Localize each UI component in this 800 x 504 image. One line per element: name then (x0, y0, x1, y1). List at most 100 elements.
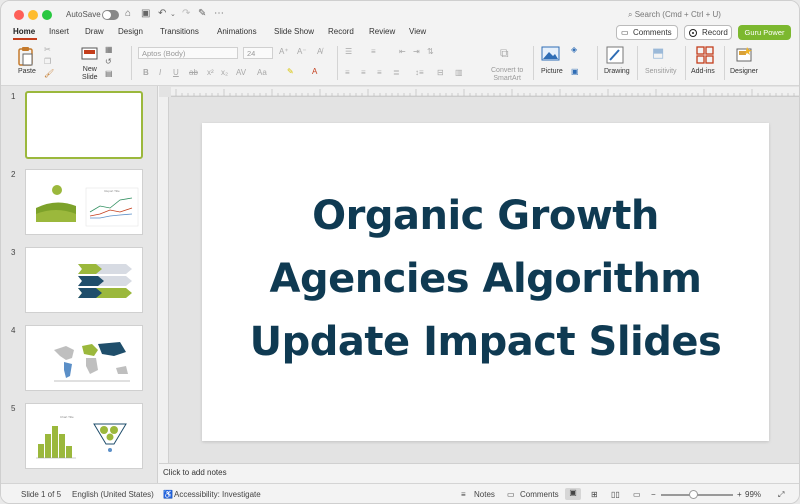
picture-label: Picture (541, 68, 563, 75)
shapes-icon[interactable]: ◈ (571, 45, 577, 54)
picture-icon (541, 46, 560, 61)
tab-design[interactable]: Design (118, 27, 143, 36)
current-slide-canvas[interactable]: Organic Growth Agencies Algorithm Update… (202, 123, 769, 441)
paste-button[interactable] (15, 45, 37, 69)
comments-status-button[interactable]: Comments (520, 490, 559, 499)
notes-button[interactable]: Notes (474, 490, 495, 499)
bullets-icon[interactable]: ☰ (345, 47, 352, 56)
cut-icon[interactable]: ✂ (44, 45, 51, 54)
numbering-icon[interactable]: ≡ (371, 47, 376, 56)
font-color-icon[interactable]: A (312, 67, 317, 76)
zoom-slider-handle[interactable] (689, 490, 698, 499)
reading-view-icon[interactable]: ▯▯ (611, 490, 620, 499)
ribbon-tabs: Home Insert Draw Design Transitions Anim… (1, 23, 799, 41)
decrease-indent-icon[interactable]: ⇤ (399, 47, 406, 56)
addins-button[interactable] (696, 46, 714, 66)
picture-button[interactable] (541, 46, 561, 64)
slide-thumbnail-5[interactable]: Chart Title (25, 403, 143, 469)
minimize-window-button[interactable] (28, 10, 38, 20)
tab-animations[interactable]: Animations (217, 27, 257, 36)
record-button[interactable]: Record (684, 25, 732, 40)
designer-button[interactable] (734, 45, 754, 67)
highlight-icon[interactable]: ✎ (287, 67, 294, 76)
decrease-font-icon[interactable]: A⁻ (297, 47, 307, 56)
home-icon[interactable]: ⌂ (125, 8, 131, 19)
font-name-select[interactable]: Aptos (Body) (138, 47, 238, 59)
slide-title-text[interactable]: Organic Growth Agencies Algorithm Update… (202, 185, 769, 374)
slide-counter: Slide 1 of 5 (21, 490, 62, 499)
character-spacing-icon[interactable]: AV (236, 68, 246, 77)
subscript-icon[interactable]: x₂ (221, 68, 228, 77)
drawing-button[interactable] (605, 45, 625, 67)
tab-record[interactable]: Record (328, 27, 354, 36)
comments-button-label: Comments (633, 28, 672, 37)
addins-icon (696, 46, 714, 64)
increase-font-icon[interactable]: A⁺ (279, 47, 289, 56)
zoom-level[interactable]: 99% (745, 490, 761, 499)
vertical-ruler (159, 97, 169, 463)
underline-icon[interactable]: U (173, 68, 179, 77)
slide-thumbnail-4[interactable] (25, 325, 143, 391)
format-painter-icon[interactable]: ✎ (198, 8, 206, 19)
line-spacing-icon[interactable]: ↕≡ (415, 68, 424, 77)
tab-draw[interactable]: Draw (85, 27, 104, 36)
align-right-icon[interactable]: ≡ (377, 68, 382, 77)
sensitivity-icon[interactable]: ⬒ (652, 45, 664, 61)
change-case-icon[interactable]: Aa (257, 68, 267, 77)
align-center-icon[interactable]: ≡ (361, 68, 366, 77)
designer-icon (736, 47, 752, 62)
tab-slide-show[interactable]: Slide Show (274, 27, 314, 36)
slide-thumbnail-2[interactable]: Report Title (25, 169, 143, 235)
tab-insert[interactable]: Insert (49, 27, 69, 36)
new-slide-button[interactable] (81, 46, 99, 64)
columns-icon[interactable]: ▥ (455, 68, 463, 77)
close-window-button[interactable] (14, 10, 24, 20)
increase-indent-icon[interactable]: ⇥ (413, 47, 420, 56)
italic-icon[interactable]: I (159, 68, 161, 77)
clear-format-icon[interactable]: A̸ (317, 47, 322, 56)
powerpoint-window: AutoSave ⌂ ▣ ↶ ⌄ ↷ ✎ ⋯ ⌕ Search (Cmd + C… (0, 0, 800, 504)
align-text-icon[interactable]: ⊟ (437, 68, 444, 77)
textbox-icon[interactable]: ▣ (571, 67, 579, 76)
slide-thumbnail-3[interactable] (25, 247, 143, 313)
undo-dropdown-icon[interactable]: ⌄ (170, 10, 176, 18)
justify-icon[interactable]: ≣ (393, 68, 400, 77)
normal-view-icon[interactable]: ▣ (565, 488, 581, 500)
text-direction-icon[interactable]: ⇅ (427, 47, 434, 56)
strikethrough-icon[interactable]: ab (189, 68, 198, 77)
more-commands-icon[interactable]: ⋯ (214, 8, 224, 19)
zoom-window-button[interactable] (42, 10, 52, 20)
notes-pane[interactable]: Click to add notes (159, 463, 799, 483)
redo-icon[interactable]: ↷ (182, 8, 190, 19)
comments-button[interactable]: ▭ Comments (616, 25, 678, 40)
accessibility-status[interactable]: Accessibility: Investigate (174, 490, 261, 499)
slide-thumbnail-1[interactable] (25, 91, 143, 159)
tab-review[interactable]: Review (369, 27, 395, 36)
section-icon[interactable]: ▤ (105, 69, 113, 78)
copy-icon[interactable]: ❐ (44, 57, 51, 66)
convert-smartart-line2: SmartArt (493, 75, 521, 82)
undo-icon[interactable]: ↶ (158, 8, 166, 19)
format-painter-ribbon-icon[interactable]: 🖌 (44, 69, 54, 78)
align-left-icon[interactable]: ≡ (345, 68, 350, 77)
tab-transitions[interactable]: Transitions (160, 27, 199, 36)
zoom-in-icon[interactable]: + (737, 490, 742, 499)
slide-sorter-icon[interactable]: ⊞ (591, 490, 598, 499)
reset-icon[interactable]: ↺ (105, 57, 112, 66)
superscript-icon[interactable]: x² (207, 68, 214, 77)
save-icon[interactable]: ▣ (141, 8, 150, 19)
font-size-select[interactable]: 24 (243, 47, 273, 59)
tab-home[interactable]: Home (13, 27, 35, 36)
zoom-out-icon[interactable]: − (651, 490, 656, 499)
fit-to-window-icon[interactable]: ⤢ (778, 490, 784, 500)
autosave-toggle[interactable] (102, 10, 119, 20)
bold-icon[interactable]: B (143, 68, 149, 77)
status-bar: Slide 1 of 5 English (United States) ♿ A… (1, 483, 799, 503)
search-field[interactable]: ⌕ Search (Cmd + Ctrl + U) (628, 10, 721, 20)
guru-power-button[interactable]: Guru Power (738, 25, 791, 40)
layout-icon[interactable]: ▦ (105, 45, 113, 54)
language-indicator[interactable]: English (United States) (72, 490, 154, 499)
slide-show-icon[interactable]: ▭ (633, 490, 641, 499)
tab-view[interactable]: View (409, 27, 426, 36)
smartart-icon[interactable]: ⧉ (500, 46, 509, 61)
